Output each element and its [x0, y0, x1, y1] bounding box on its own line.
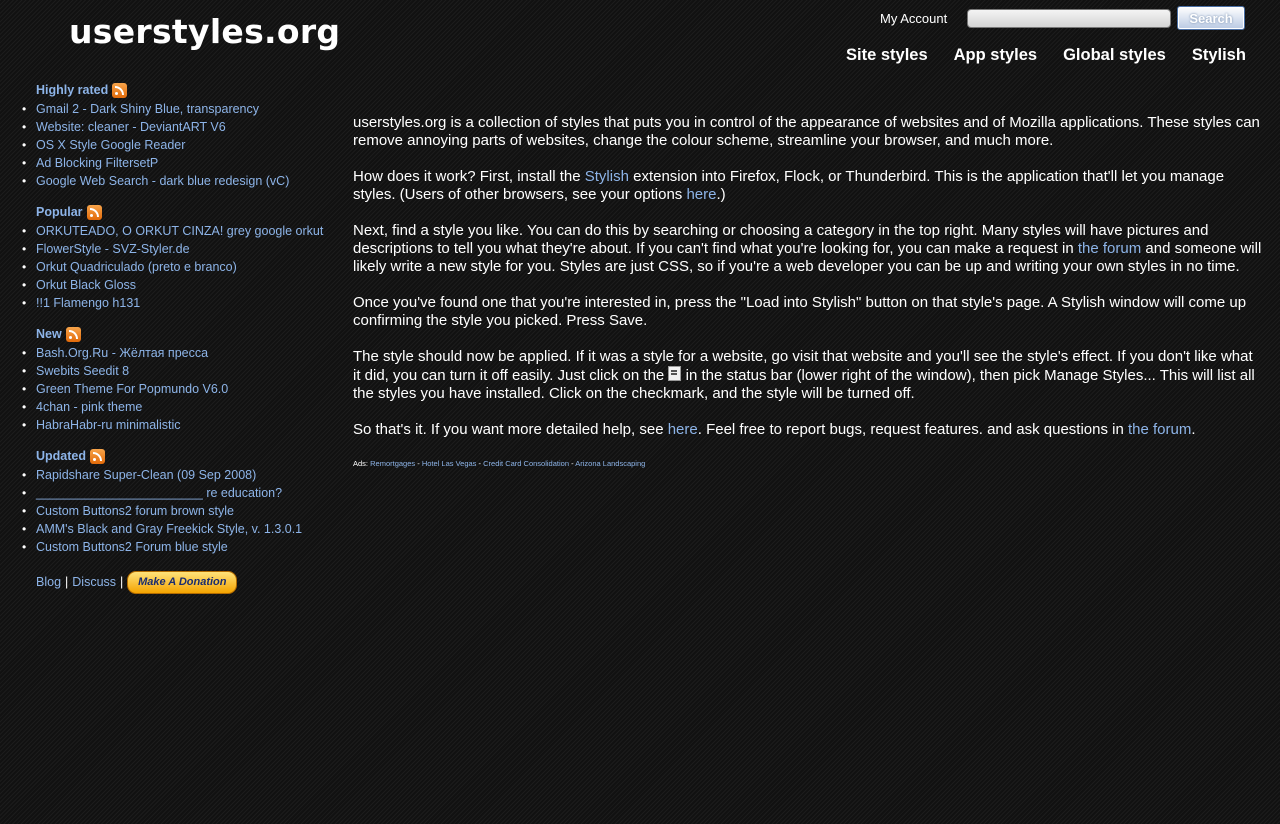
list-item: OS X Style Google Reader	[22, 136, 342, 154]
rss-icon[interactable]	[112, 82, 128, 98]
style-link[interactable]: !!1 Flamengo h131	[36, 296, 140, 310]
updated-list: Rapidshare Super-Clean (09 Sep 2008) ___…	[22, 466, 342, 556]
nav-global-styles[interactable]: Global styles	[1063, 46, 1166, 65]
ad-link[interactable]: Hotel Las Vegas	[422, 459, 477, 468]
ad-link[interactable]: Credit Card Consolidation	[483, 459, 569, 468]
list-item: Custom Buttons2 forum brown style	[22, 502, 342, 520]
list-item: Custom Buttons2 Forum blue style	[22, 538, 342, 556]
nav-site-styles[interactable]: Site styles	[846, 46, 928, 65]
how-it-works-paragraph: How does it work? First, install the Sty…	[353, 168, 1263, 204]
applied-paragraph: The style should now be applied. If it w…	[353, 348, 1263, 403]
style-link[interactable]: Bash.Org.Ru - Жёлтая пресса	[36, 346, 208, 360]
rss-icon[interactable]	[86, 204, 102, 220]
text: .	[1191, 421, 1196, 438]
sidebar-footer: Blog | Discuss | Make A Donation	[36, 569, 342, 595]
list-item: Orkut Black Gloss	[22, 276, 342, 294]
list-item: !!1 Flamengo h131	[22, 294, 342, 312]
other-browsers-link[interactable]: here	[686, 186, 716, 203]
help-link[interactable]: here	[668, 421, 698, 438]
nav-stylish[interactable]: Stylish	[1192, 46, 1246, 65]
list-item: Website: cleaner - DeviantART V6	[22, 118, 342, 136]
intro-paragraph: userstyles.org is a collection of styles…	[353, 114, 1260, 149]
style-link[interactable]: FlowerStyle - SVZ-Styler.de	[36, 242, 190, 256]
text: .)	[716, 186, 726, 203]
help-paragraph: So that's it. If you want more detailed …	[353, 421, 1263, 439]
style-link[interactable]: 4chan - pink theme	[36, 400, 142, 414]
ad-link[interactable]: Arizona Landscaping	[575, 459, 645, 468]
list-item: Ad Blocking FiltersetP	[22, 154, 342, 172]
list-item: HabraHabr-ru minimalistic	[22, 416, 342, 434]
blog-link[interactable]: Blog	[36, 575, 61, 589]
style-link[interactable]: ________________________ re education?	[36, 486, 282, 500]
search-button[interactable]: Search	[1177, 6, 1245, 30]
new-link[interactable]: New	[36, 327, 62, 341]
style-link[interactable]: Gmail 2 - Dark Shiny Blue, transparency	[36, 102, 259, 116]
ad-separator: -	[415, 459, 422, 468]
forum-link[interactable]: the forum	[1078, 240, 1141, 257]
style-link[interactable]: Google Web Search - dark blue redesign (…	[36, 174, 289, 188]
text: So that's it. If you want more detailed …	[353, 421, 668, 438]
style-link[interactable]: Ad Blocking FiltersetP	[36, 156, 158, 170]
stylish-status-icon	[668, 366, 682, 381]
text: . Feel free to report bugs, request feat…	[697, 421, 1128, 438]
style-link[interactable]: HabraHabr-ru minimalistic	[36, 418, 180, 432]
separator: |	[65, 575, 69, 589]
list-item: Bash.Org.Ru - Жёлтая пресса	[22, 344, 342, 362]
style-link[interactable]: Rapidshare Super-Clean (09 Sep 2008)	[36, 468, 256, 482]
updated-link[interactable]: Updated	[36, 449, 86, 463]
list-item: Swebits Seedit 8	[22, 362, 342, 380]
style-link[interactable]: OS X Style Google Reader	[36, 138, 185, 152]
popular-link[interactable]: Popular	[36, 205, 83, 219]
style-link[interactable]: AMM's Black and Gray Freekick Style, v. …	[36, 522, 302, 536]
search-input[interactable]	[967, 9, 1171, 28]
list-item: Google Web Search - dark blue redesign (…	[22, 172, 342, 190]
separator: |	[120, 575, 124, 589]
section-title-highly-rated: Highly rated	[36, 81, 342, 99]
install-paragraph: Once you've found one that you're intere…	[353, 294, 1247, 329]
style-link[interactable]: Green Theme For Popmundo V6.0	[36, 382, 228, 396]
list-item: ORKUTEADO, O ORKUT CINZA! grey google or…	[22, 222, 342, 240]
ads-bar: Ads: Remortgages - Hotel Las Vegas - Cre…	[353, 455, 1263, 473]
section-title-new: New	[36, 325, 342, 343]
style-link[interactable]: ORKUTEADO, O ORKUT CINZA! grey google or…	[36, 224, 323, 238]
text: How does it work? First, install the	[353, 168, 585, 185]
list-item: ________________________ re education?	[22, 484, 342, 502]
list-item: 4chan - pink theme	[22, 398, 342, 416]
popular-list: ORKUTEADO, O ORKUT CINZA! grey google or…	[22, 222, 342, 312]
highly-rated-list: Gmail 2 - Dark Shiny Blue, transparency …	[22, 100, 342, 190]
new-list: Bash.Org.Ru - Жёлтая пресса Swebits Seed…	[22, 344, 342, 434]
list-item: FlowerStyle - SVZ-Styler.de	[22, 240, 342, 258]
rss-icon[interactable]	[65, 326, 81, 342]
top-navigation: Site styles App styles Global styles Sty…	[846, 46, 1246, 65]
style-link[interactable]: Custom Buttons2 Forum blue style	[36, 540, 228, 554]
section-title-popular: Popular	[36, 203, 342, 221]
ads-label: Ads:	[353, 459, 369, 468]
main-content: userstyles.org is a collection of styles…	[353, 114, 1263, 473]
list-item: AMM's Black and Gray Freekick Style, v. …	[22, 520, 342, 538]
highly-rated-link[interactable]: Highly rated	[36, 83, 108, 97]
list-item: Rapidshare Super-Clean (09 Sep 2008)	[22, 466, 342, 484]
nav-app-styles[interactable]: App styles	[954, 46, 1037, 65]
list-item: Gmail 2 - Dark Shiny Blue, transparency	[22, 100, 342, 118]
rss-icon[interactable]	[90, 448, 105, 464]
forum-link[interactable]: the forum	[1128, 421, 1191, 438]
discuss-link[interactable]: Discuss	[72, 575, 116, 589]
my-account-link[interactable]: My Account	[880, 11, 947, 26]
stylish-link[interactable]: Stylish	[585, 168, 629, 185]
donate-button[interactable]: Make A Donation	[127, 570, 238, 594]
find-style-paragraph: Next, find a style you like. You can do …	[353, 222, 1263, 276]
style-link[interactable]: Website: cleaner - DeviantART V6	[36, 120, 226, 134]
style-link[interactable]: Orkut Quadriculado (preto e branco)	[36, 260, 237, 274]
style-link[interactable]: Orkut Black Gloss	[36, 278, 136, 292]
list-item: Green Theme For Popmundo V6.0	[22, 380, 342, 398]
list-item: Orkut Quadriculado (preto e branco)	[22, 258, 342, 276]
style-link[interactable]: Swebits Seedit 8	[36, 364, 129, 378]
ad-link[interactable]: Remortgages	[370, 459, 415, 468]
section-title-updated: Updated	[36, 447, 342, 465]
sidebar: Highly rated Gmail 2 - Dark Shiny Blue, …	[22, 81, 342, 595]
site-logo[interactable]: userstyles.org	[69, 12, 340, 51]
style-link[interactable]: Custom Buttons2 forum brown style	[36, 504, 234, 518]
